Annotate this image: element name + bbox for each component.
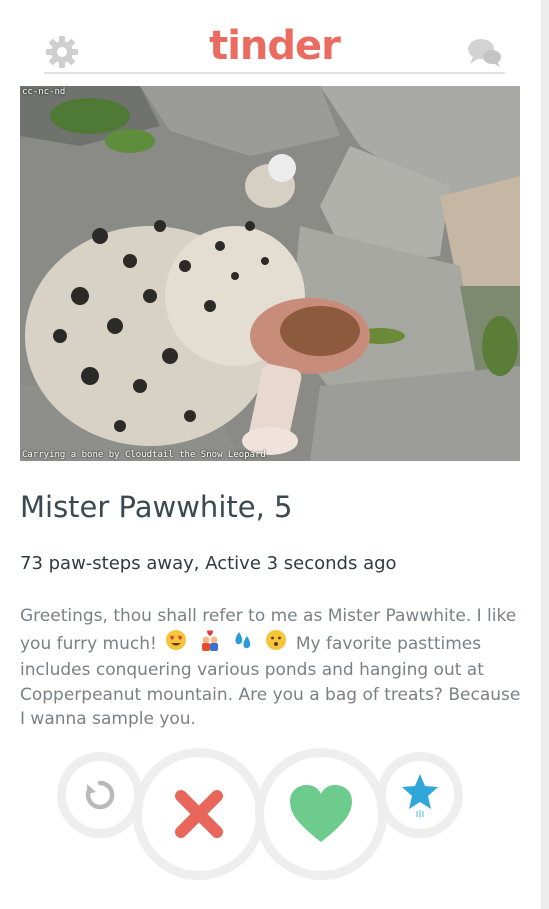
rewind-button[interactable]: [57, 752, 143, 838]
profile-photo[interactable]: cc-nc-nd Carrying a bone by Cloudtail th…: [20, 86, 520, 461]
superlike-button[interactable]: [377, 752, 463, 838]
chat-bubbles-icon[interactable]: [465, 34, 505, 70]
photo-caption: Carrying a bone by Cloudtail the Snow Le…: [22, 450, 266, 460]
profile-distance: 73 paw-steps away, Active 3 seconds ago: [20, 553, 397, 574]
heart-icon: [290, 785, 352, 842]
profile-bio: Greetings, thou shall refer to me as Mis…: [20, 604, 525, 732]
nope-button[interactable]: [133, 748, 265, 880]
star-icon: [402, 774, 438, 818]
close-icon: [175, 790, 223, 838]
photo-license-label: cc-nc-nd: [22, 87, 66, 97]
profile-name: Mister Pawwhite, 5: [20, 490, 293, 524]
action-buttons: [0, 740, 549, 909]
heart-eyes-emoji: [165, 629, 187, 659]
droplets-emoji: [232, 629, 254, 659]
like-button[interactable]: [255, 748, 387, 880]
couple-emoji: [199, 629, 221, 659]
app-header: tinder: [44, 20, 505, 74]
header-divider: [44, 72, 505, 74]
rewind-icon: [85, 780, 115, 810]
tinder-logo: tinder: [209, 23, 341, 69]
blush-face-emoji: [265, 629, 287, 659]
